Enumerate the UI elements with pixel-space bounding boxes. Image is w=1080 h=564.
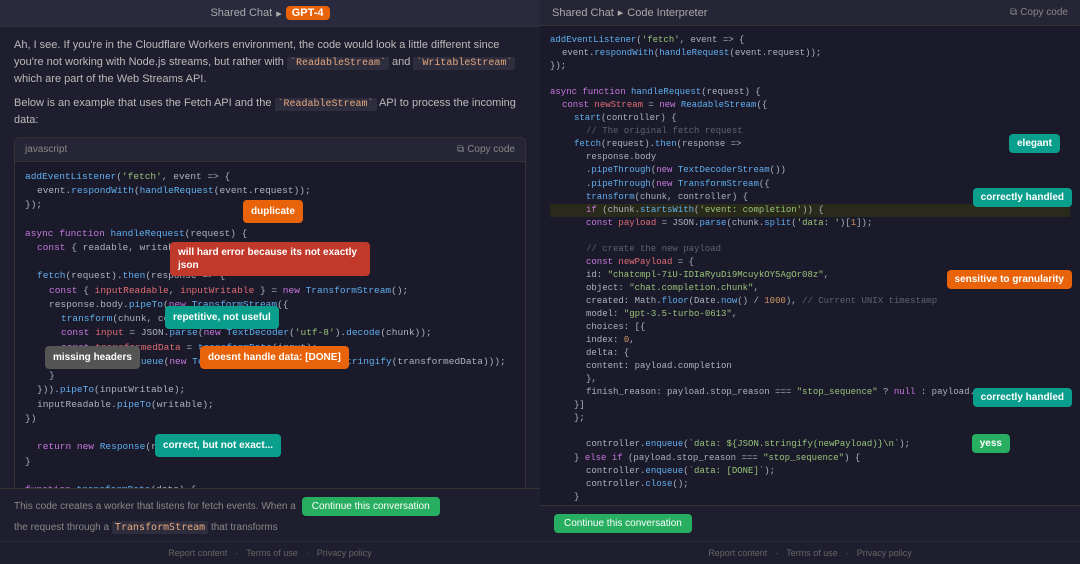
annotation-repetitive: repetitive, not useful [165, 306, 279, 329]
annotation-hard-error: will hard error because its not exactly … [170, 242, 370, 276]
left-code-block: javascript ⧉ Copy code addEventListener(… [14, 137, 526, 489]
lang-label: javascript [25, 142, 67, 157]
annotation-missing-headers: missing headers [45, 346, 140, 369]
right-panel: Shared Chat ▸ Code Interpreter ⧉ Copy co… [540, 0, 1080, 564]
right-top-bar: Shared Chat ▸ Code Interpreter ⧉ Copy co… [540, 0, 1080, 26]
copy-code-button-right[interactable]: ⧉ Copy code [1010, 7, 1068, 18]
right-code-area: addEventListener('fetch', event => { eve… [540, 26, 1080, 505]
continue-conversation-button-right[interactable]: Continue this conversation [554, 514, 692, 533]
continue-conversation-button[interactable]: Continue this conversation [302, 497, 440, 516]
bottom-text-post: the request through a TransformStream th… [14, 522, 278, 533]
annotation-sensitive-granularity: sensitive to granularity [947, 270, 1072, 289]
annotation-correct-not-exact: correct, but not exact... [155, 434, 281, 457]
right-footer: Report content · Terms of use · Privacy … [540, 541, 1080, 564]
bottom-text-pre: This code creates a worker that listens … [14, 501, 296, 512]
readable-stream-ref: `ReadableStream` [287, 57, 389, 70]
readable-stream-api-ref: `ReadableStream` [275, 98, 377, 111]
left-top-bar: Shared Chat ▸ GPT-4 [0, 0, 540, 27]
annotation-elegant: elegant [1009, 134, 1060, 153]
chat-intro-text: Ah, I see. If you're in the Cloudflare W… [14, 37, 526, 87]
left-panel: Shared Chat ▸ GPT-4 Ah, I see. If you're… [0, 0, 540, 564]
annotation-doesnt-handle: doesnt handle data: [DONE] [200, 346, 349, 369]
annotation-correctly-handled-2: correctly handled [973, 388, 1072, 407]
copy-icon: ⧉ [457, 144, 464, 155]
writable-stream-ref: `WritableStream` [413, 57, 515, 70]
shared-chat-label: Shared Chat [210, 7, 272, 19]
copy-icon-right: ⧉ [1010, 7, 1017, 18]
annotation-yess: yess [972, 434, 1010, 453]
annotation-correctly-handled-1: correctly handled [973, 188, 1072, 207]
privacy-link-right[interactable]: Privacy policy [857, 548, 912, 558]
copy-code-button[interactable]: ⧉ Copy code [457, 144, 515, 155]
terms-link-right[interactable]: Terms of use [786, 548, 838, 558]
code-block-header: javascript ⧉ Copy code [15, 138, 525, 162]
report-content-link-right[interactable]: Report content [708, 548, 767, 558]
left-chat-content: Ah, I see. If you're in the Cloudflare W… [0, 27, 540, 488]
report-content-link-left[interactable]: Report content [168, 548, 227, 558]
separator-left: ▸ [276, 7, 282, 20]
left-footer: Report content · Terms of use · Privacy … [0, 541, 540, 564]
terms-link-left[interactable]: Terms of use [246, 548, 298, 558]
left-bottom-bar: This code creates a worker that listens … [0, 488, 540, 541]
shared-chat-label-right: Shared Chat [552, 7, 614, 19]
privacy-link-left[interactable]: Privacy policy [317, 548, 372, 558]
fetch-intro-text: Below is an example that uses the Fetch … [14, 95, 526, 129]
annotation-duplicate: duplicate [243, 200, 303, 223]
gpt4-badge: GPT-4 [286, 6, 330, 20]
right-bottom-bar: Continue this conversation [540, 505, 1080, 541]
code-interpreter-badge: Code Interpreter [627, 7, 707, 19]
